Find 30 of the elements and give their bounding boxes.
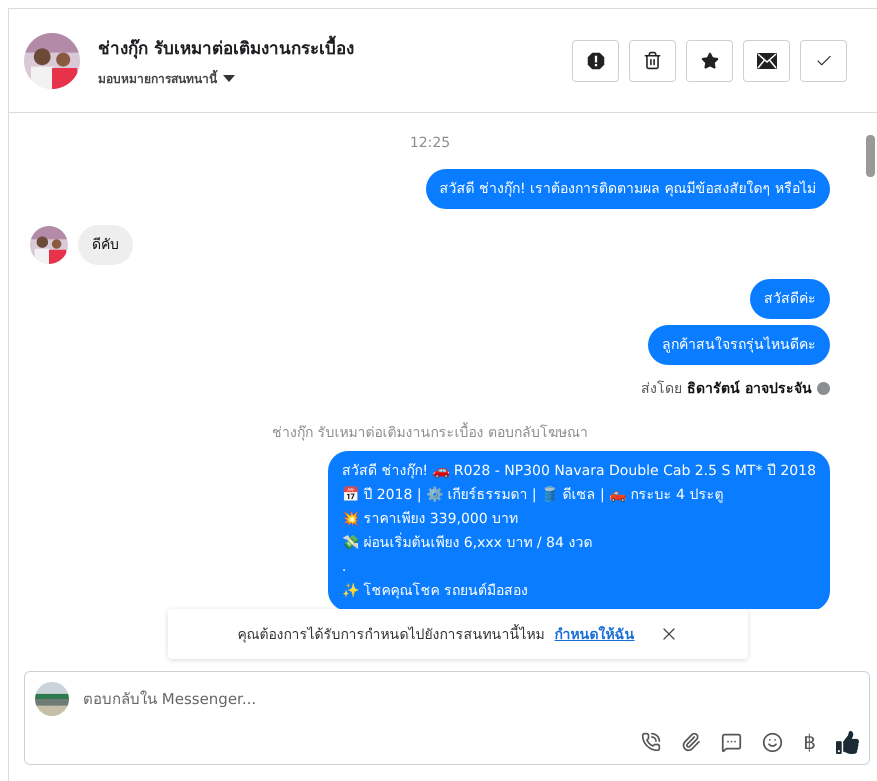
call-button[interactable]	[641, 732, 662, 752]
star-button[interactable]	[686, 40, 733, 82]
sent-message: สวัสดี ช่างกุ๊ก! เราต้องการติดตามผล คุณมีข้อสงสัยใดๆ หรือไม่	[426, 169, 830, 209]
assign-dropdown[interactable]: มอบหมายการสนทนานี้	[98, 68, 235, 88]
star-icon	[700, 52, 718, 70]
timestamp: 12:25	[410, 135, 450, 151]
ad-reply-note: ช่างกุ๊ก รับเหมาต่อเติมงานกระเบื้อง ตอบกลับโฆษณา	[272, 421, 588, 443]
saved-reply-button[interactable]	[721, 732, 742, 752]
mail-icon	[756, 52, 776, 68]
sent-by-label: ส่งโดย	[641, 380, 682, 399]
attach-button[interactable]	[681, 732, 702, 752]
trash-icon	[643, 51, 662, 70]
like-button[interactable]	[836, 730, 859, 754]
emoji-button[interactable]	[762, 732, 784, 752]
sender-name: ธิดารัตน์ อาจประจัน	[687, 380, 812, 399]
payment-button[interactable]: ฿	[803, 730, 816, 754]
alert-button[interactable]	[572, 40, 619, 82]
banner-text: คุณต้องการได้รับการกำหนดไปยังการสนทนานี้ไหม	[238, 623, 544, 645]
help-icon	[817, 382, 830, 394]
conversation-title: ช่างกุ๊ก รับเหมาต่อเติมงานกระเบื้อง	[98, 34, 554, 60]
received-message: ดีคับ	[78, 225, 133, 265]
sent-message: ลูกค้าสนใจรถรุ่นไหนดีคะ	[648, 325, 830, 365]
check-button[interactable]	[800, 40, 847, 82]
alert-icon	[586, 52, 604, 70]
sent-message: สวัสดีค่ะ	[750, 279, 830, 319]
assign-to-me-link[interactable]: กำหนดให้ฉัน	[554, 623, 634, 645]
caret-icon	[223, 74, 235, 82]
trash-button[interactable]	[629, 40, 676, 82]
mail-button[interactable]	[743, 40, 790, 82]
sent-message: สวัสดี ช่างกุ๊ก! 🚗 R028 - NP300 Navara Double Cab 2.5 S MT* ปี 2018 📅 ปี 2018 | ⚙ เกียร์ธรรมดา | 🛢 ดีเซล | 🛻 กระบะ 4 ประตู 💥 ราคาเพียง 339,000 บาท 💸 ผ่อนเริ่มต้นเพียง 6,xxx บาท / 84 งวด . ✨ โชคคุณโชค รถยนต์มือสอง	[328, 451, 830, 609]
